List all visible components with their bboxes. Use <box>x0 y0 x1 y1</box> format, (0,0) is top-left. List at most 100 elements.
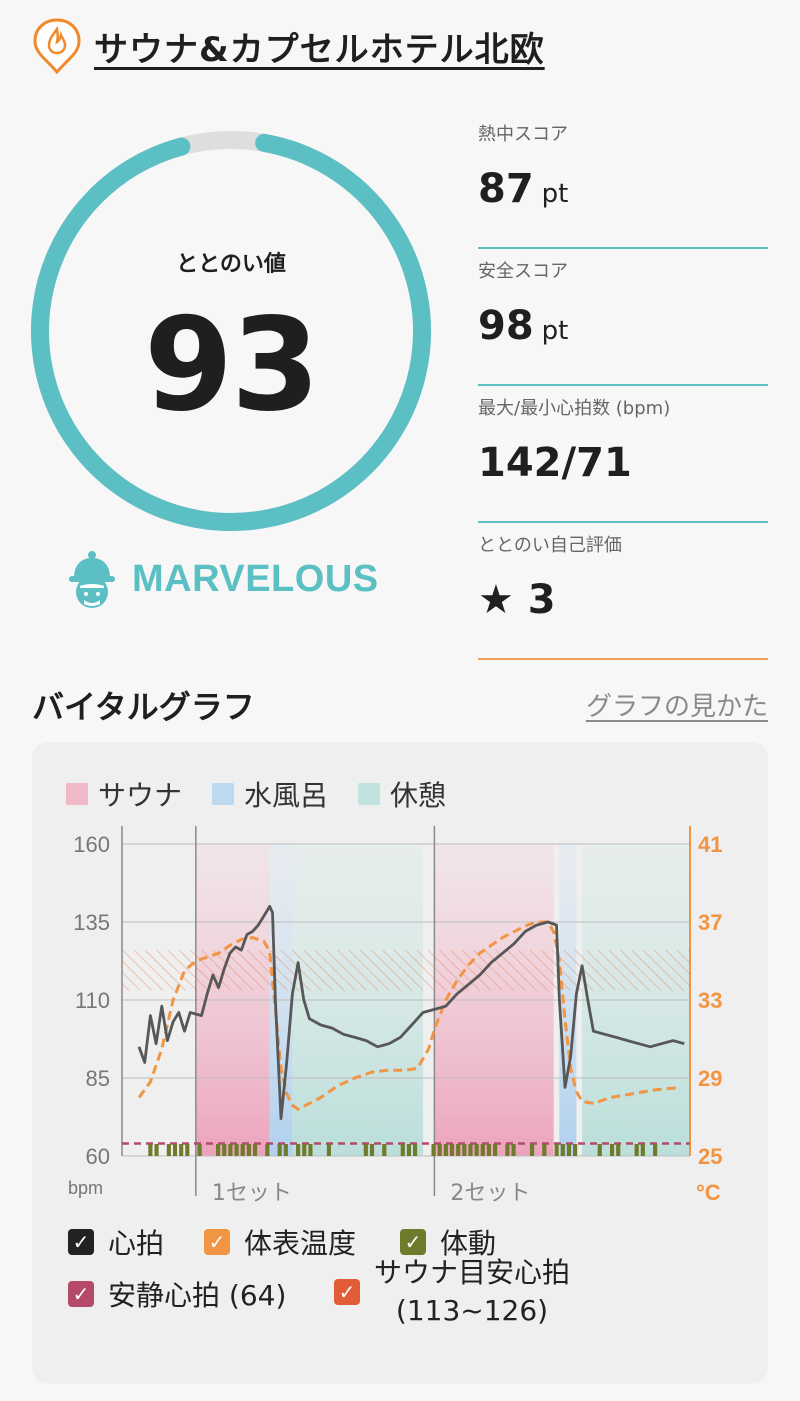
phase-legend: サウナ 水風呂 休憩 <box>66 774 446 814</box>
graph-guide-link[interactable]: グラフの見かた <box>586 686 768 723</box>
movement-bar <box>252 1144 258 1156</box>
y-right-tick-label: 29 <box>698 1066 722 1091</box>
movement-bar <box>222 1144 227 1156</box>
movement-bar <box>609 1144 615 1156</box>
movement-bar <box>240 1144 245 1156</box>
movement-bar <box>566 1144 572 1156</box>
stat-label: 熱中スコア <box>478 124 568 145</box>
toggle-sauna-target-hr[interactable]: ✓ サウナ目安心拍 (113~126) <box>334 1254 570 1330</box>
stat-value: 87 pt <box>478 166 569 212</box>
stat-heat-score: 熱中スコア 87 pt <box>478 112 768 249</box>
movement-bar <box>511 1144 516 1156</box>
y-left-tick-label: 135 <box>73 910 110 935</box>
movement-bar <box>486 1144 492 1156</box>
y-left-tick-label: 60 <box>86 1144 110 1169</box>
body-movement-bars <box>148 1144 658 1156</box>
stat-label: 最大/最小心拍数 (bpm) <box>478 398 671 419</box>
checkbox-icon: ✓ <box>334 1279 360 1305</box>
sauna-hat-face-icon <box>69 551 115 608</box>
movement-bar <box>216 1144 221 1156</box>
movement-bar <box>406 1144 411 1156</box>
stat-value: 98 pt <box>478 303 569 349</box>
checkbox-icon: ✓ <box>68 1229 94 1255</box>
movement-bar <box>154 1144 159 1156</box>
movement-bar <box>437 1144 442 1156</box>
checkbox-icon: ✓ <box>400 1229 426 1255</box>
movement-bar <box>480 1144 485 1156</box>
movement-bar <box>542 1144 547 1156</box>
legend-rest: 休憩 <box>358 774 446 814</box>
movement-bar <box>148 1144 153 1156</box>
movement-bar <box>308 1144 313 1156</box>
movement-bar <box>505 1144 510 1156</box>
checkbox-icon: ✓ <box>68 1281 94 1307</box>
score-label: ととのい値 <box>176 252 286 277</box>
y-left-tick-label: 160 <box>73 832 110 857</box>
stat-label: ととのい自己評価 <box>478 535 622 556</box>
legend-sauna: サウナ <box>66 774 182 814</box>
y-left-tick-label: 110 <box>75 988 110 1013</box>
movement-bar <box>640 1144 645 1156</box>
movement-bar <box>462 1144 467 1156</box>
stat-self-rating[interactable]: ととのい自己評価 ★ 3 <box>478 523 768 660</box>
toggle-heart-rate[interactable]: ✓ 心拍 <box>68 1222 164 1262</box>
vital-graph-title: バイタルグラフ <box>32 688 255 726</box>
movement-bar <box>634 1144 639 1156</box>
movement-bar <box>283 1144 288 1156</box>
movement-bar <box>369 1144 375 1156</box>
y-left-tick-label: 85 <box>86 1066 110 1091</box>
movement-bar <box>573 1144 578 1156</box>
score-value: 93 <box>143 291 320 440</box>
movement-bar <box>413 1144 418 1156</box>
sauna-target-band <box>122 950 690 991</box>
y-right-tick-label: 33 <box>698 988 722 1013</box>
movement-bar <box>363 1144 368 1156</box>
mood-badge: MARVELOUS <box>64 548 379 610</box>
y-left-unit: bpm <box>68 1178 103 1198</box>
movement-bar <box>166 1144 171 1156</box>
movement-bar <box>456 1144 461 1156</box>
movement-bar <box>185 1144 190 1156</box>
movement-bar <box>197 1144 202 1156</box>
movement-bar <box>431 1144 436 1156</box>
movement-bar <box>616 1144 621 1156</box>
y-right-tick-label: 37 <box>698 910 722 935</box>
movement-bar <box>296 1144 301 1156</box>
movement-bar <box>560 1144 565 1156</box>
movement-bar <box>246 1144 251 1156</box>
mood-label: MARVELOUS <box>132 557 379 600</box>
movement-bar <box>400 1144 405 1156</box>
movement-bar <box>449 1144 455 1156</box>
y-right-tick-label: 25 <box>698 1144 722 1169</box>
y-right-unit: °C <box>696 1180 721 1205</box>
movement-bar <box>468 1144 473 1156</box>
movement-bar <box>597 1144 602 1156</box>
set-label: 2セット <box>450 1181 530 1206</box>
stat-value: ★ 3 <box>478 577 556 623</box>
movement-bar <box>653 1144 658 1156</box>
vital-graph-card: サウナ 水風呂 休憩 160 135 110 85 60 41 37 33 29… <box>32 742 768 1384</box>
movement-bar <box>179 1144 184 1156</box>
movement-bar <box>326 1144 331 1156</box>
checkbox-icon: ✓ <box>204 1229 230 1255</box>
stat-safety-score: 安全スコア 98 pt <box>478 249 768 386</box>
movement-bar <box>265 1144 270 1156</box>
movement-bar <box>474 1144 479 1156</box>
toggle-resting-hr[interactable]: ✓ 安静心拍 (64) <box>68 1274 286 1314</box>
legend-cold-bath: 水風呂 <box>212 774 328 814</box>
stats-panel: 熱中スコア 87 pt 安全スコア 98 pt 最大/最小心拍数 (bpm) 142… <box>478 112 768 660</box>
movement-bar <box>302 1144 307 1156</box>
movement-bar <box>493 1144 498 1156</box>
facility-header: サウナ&カプセルホテル北欧 <box>32 16 545 76</box>
movement-bar <box>382 1144 387 1156</box>
movement-bar <box>443 1144 448 1156</box>
movement-bar <box>529 1144 535 1156</box>
movement-bar <box>277 1144 282 1156</box>
stat-value: 142/71 <box>478 440 632 486</box>
movement-bar <box>228 1144 233 1156</box>
movement-bar <box>234 1144 239 1156</box>
stat-label: 安全スコア <box>478 261 568 282</box>
facility-title-link[interactable]: サウナ&カプセルホテル北欧 <box>94 22 545 71</box>
set-label: 1セット <box>212 1181 292 1206</box>
stat-heart-rate: 最大/最小心拍数 (bpm) 142/71 <box>478 386 768 523</box>
